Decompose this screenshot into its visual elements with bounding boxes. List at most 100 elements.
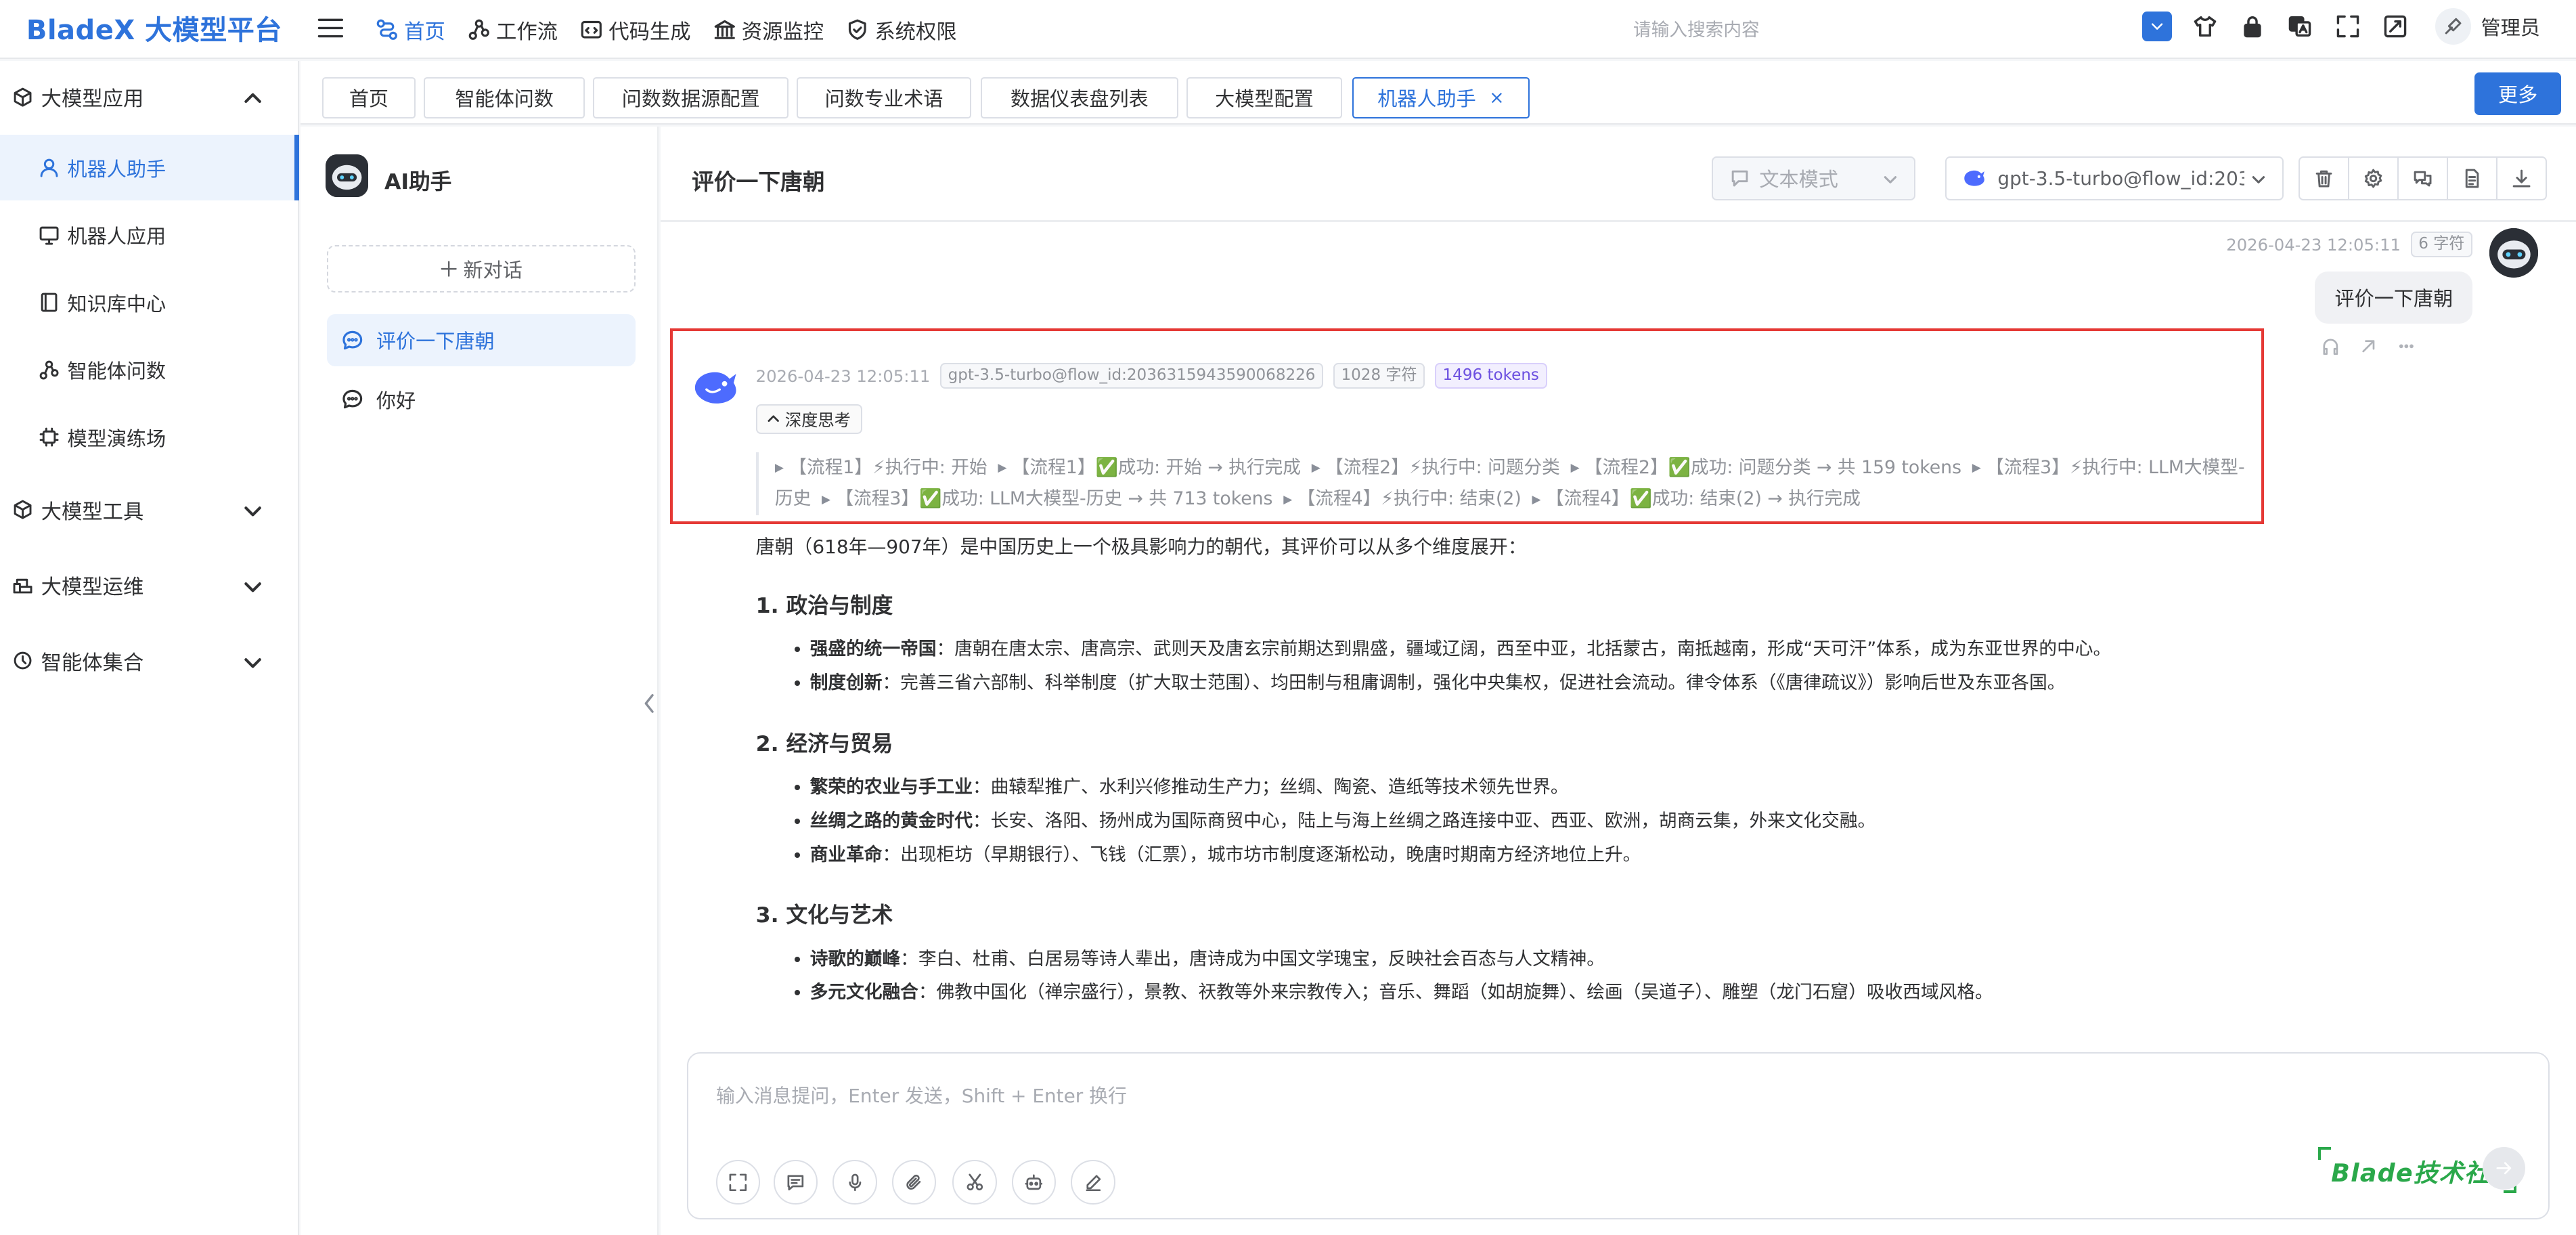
flow-step: 【流程1】✅成功: 开始 → 执行完成	[1011, 456, 1301, 478]
share-icon[interactable]	[2359, 337, 2378, 355]
tab-datasource[interactable]: 问数数据源配置	[593, 77, 789, 118]
send-icon	[2496, 1162, 2511, 1175]
sidebar-group-llm-apps[interactable]: 大模型应用	[0, 68, 299, 127]
more-horizontal-icon[interactable]	[2397, 337, 2416, 355]
list-item: 诗歌的巅峰：李白、杜甫、白居易等诗人辈出，唐诗成为中国文学瑰宝，反映社会百态与人…	[810, 942, 2235, 976]
chat-main: 评价一下唐朝 文本模式 gpt-3.5-turbo@flow_id:203631…	[660, 126, 2576, 1235]
sidebar-group-agents[interactable]: 智能体集合	[0, 631, 299, 690]
document-button[interactable]	[2448, 157, 2497, 200]
language-icon[interactable]	[2286, 12, 2315, 41]
top-nav-label: 工作流	[496, 20, 558, 44]
settings-tool-icon[interactable]	[2380, 12, 2410, 41]
sidebar-item-robot-assistant[interactable]: 机器人助手	[0, 135, 299, 201]
attach-button[interactable]	[891, 1160, 937, 1205]
sidebar-group-label: 智能体集合	[41, 651, 144, 675]
char-count-badge: 1028 字符	[1333, 363, 1425, 389]
draw-button[interactable]	[1071, 1160, 1115, 1205]
section-heading: 3. 文化与艺术	[755, 903, 893, 928]
top-nav-permissions[interactable]: 系统权限	[847, 15, 957, 45]
chevron-down-icon	[1884, 176, 1897, 184]
headphones-icon[interactable]	[2322, 337, 2340, 355]
model-badge: gpt-3.5-turbo@flow_id:203631594359006822…	[939, 363, 1324, 389]
caret-right-icon: ▶	[1972, 461, 1981, 475]
bullet-title: 强盛的统一帝国	[809, 638, 937, 660]
sidebar-group-label: 大模型应用	[41, 87, 144, 112]
user-menu[interactable]: 管理员	[2435, 8, 2540, 45]
copy-button[interactable]	[2399, 157, 2448, 200]
robot-button[interactable]	[1011, 1160, 1057, 1205]
bullet-title: 多元文化融合	[809, 982, 918, 1003]
sidebar-group-llm-ops[interactable]: 大模型运维	[0, 555, 299, 614]
list-item: 强盛的统一帝国：唐朝在唐太宗、唐高宗、武则天及唐玄宗前期达到鼎盛，疆域辽阔，西至…	[810, 632, 2235, 666]
menu-toggle-icon[interactable]	[317, 15, 344, 41]
deep-think-toggle[interactable]: 深度思考	[755, 404, 862, 434]
caret-right-icon: ▶	[1283, 492, 1293, 506]
panel-collapse-icon[interactable]	[641, 692, 657, 715]
bullet-text: ：佛教中国化（禅宗盛行），景教、祆教等外来宗教传入；音乐、舞蹈（如胡旋舞）、绘画…	[918, 982, 1993, 1003]
sidebar-item-label: 机器人助手	[67, 157, 166, 181]
bullet-title: 制度创新	[809, 672, 883, 694]
chat-button[interactable]	[773, 1160, 818, 1205]
token-count-badge: 1496 tokens	[1434, 363, 1547, 389]
more-button[interactable]: 更多	[2474, 72, 2562, 115]
bullet-list: 强盛的统一帝国：唐朝在唐太宗、唐高宗、武则天及唐玄宗前期达到鼎盛，疆域辽阔，西至…	[756, 632, 2235, 700]
sidebar-item-knowledge[interactable]: 知识库中心	[0, 269, 299, 335]
top-nav-home[interactable]: 首页	[376, 15, 445, 45]
top-nav-monitor[interactable]: 资源监控	[714, 15, 824, 45]
conversation-item[interactable]: 评价一下唐朝	[327, 313, 636, 367]
workflow-icon	[39, 360, 59, 380]
sidebar-item-agent-query[interactable]: 智能体问数	[0, 337, 299, 403]
top-nav-codegen[interactable]: 代码生成	[581, 15, 691, 45]
bullet-text: ：出现柜坊（早期银行）、飞钱（汇票），城市坊市制度逐渐松动，晚唐时期南方经济地位…	[882, 844, 1641, 865]
model-select[interactable]: gpt-3.5-turbo@flow_id:203631594359006822…	[1945, 156, 2284, 201]
settings-button[interactable]	[2349, 157, 2399, 200]
tab-terms[interactable]: 问数专业术语	[797, 77, 971, 118]
sidebar-item-robot-apps[interactable]: 机器人应用	[0, 202, 299, 268]
tab-dashboards[interactable]: 数据仪表盘列表	[981, 77, 1178, 118]
send-button[interactable]	[2482, 1146, 2525, 1190]
tab-close-icon[interactable]: ×	[1489, 87, 1504, 108]
theme-toggle-icon[interactable]	[2142, 11, 2173, 41]
trash-icon	[2315, 170, 2332, 188]
voice-button[interactable]	[832, 1160, 877, 1205]
top-nav-workflow[interactable]: 工作流	[468, 15, 558, 45]
conversation-label: 评价一下唐朝	[376, 330, 495, 353]
chevron-up-icon	[244, 93, 262, 104]
new-chat-button[interactable]: 新对话	[327, 244, 636, 293]
skin-icon[interactable]	[2190, 12, 2220, 41]
pen-icon	[1086, 1175, 1101, 1191]
cut-button[interactable]	[952, 1160, 998, 1205]
sidebar-group-llm-tools[interactable]: 大模型工具	[0, 480, 299, 539]
cube-icon	[14, 500, 32, 519]
expand-button[interactable]	[715, 1160, 761, 1205]
chat-actions	[2299, 156, 2547, 201]
section-heading: 1. 政治与制度	[755, 594, 893, 618]
chip-icon	[39, 427, 59, 447]
tab-robot-assistant[interactable]: 机器人助手 ×	[1352, 77, 1530, 118]
ai-message-meta: 2026-04-23 12:05:11 gpt-3.5-turbo@flow_i…	[756, 363, 1547, 389]
bullet-text: ：李白、杜甫、白居易等诗人辈出，唐诗成为中国文学瑰宝，反映社会百态与人文精神。	[900, 948, 1605, 970]
conversation-item[interactable]: 你好	[327, 373, 636, 426]
delete-button[interactable]	[2300, 157, 2349, 200]
flow-step: 【流程4】✅成功: 结束(2) → 执行完成	[1545, 488, 1861, 510]
download-button[interactable]	[2497, 158, 2546, 200]
flow-step: 【流程1】⚡执行中: 开始	[789, 456, 987, 478]
chevron-down-icon	[244, 657, 262, 668]
intro-paragraph: 唐朝（618年—907年）是中国历史上一个极具影响力的朝代，其评价可以从多个维度…	[755, 536, 1527, 559]
tab-model-config[interactable]: 大模型配置	[1186, 77, 1343, 118]
list-item: 商业革命：出现柜坊（早期银行）、飞钱（汇票），城市坊市制度逐渐松动，晚唐时期南方…	[810, 838, 2235, 872]
tab-home[interactable]: 首页	[321, 77, 416, 118]
app-logo[interactable]: BladeX 大模型平台	[26, 8, 282, 47]
expand-icon	[729, 1173, 747, 1191]
search-input[interactable]: 请输入搜索内容	[1633, 15, 1760, 41]
message-input[interactable]: 输入消息提问，Enter 发送，Shift + Enter 换行 Blade技术…	[686, 1052, 2550, 1220]
robot-avatar	[325, 154, 368, 198]
robot-icon	[1025, 1174, 1043, 1190]
top-nav-label: 首页	[404, 20, 445, 44]
mode-select[interactable]: 文本模式	[1712, 156, 1916, 201]
tab-agent-query[interactable]: 智能体问数	[424, 77, 585, 118]
fullscreen-icon[interactable]	[2333, 12, 2363, 41]
section-heading: 2. 经济与贸易	[755, 731, 893, 756]
sidebar-item-playground[interactable]: 模型演练场	[0, 404, 299, 470]
lock-icon[interactable]	[2238, 12, 2267, 41]
